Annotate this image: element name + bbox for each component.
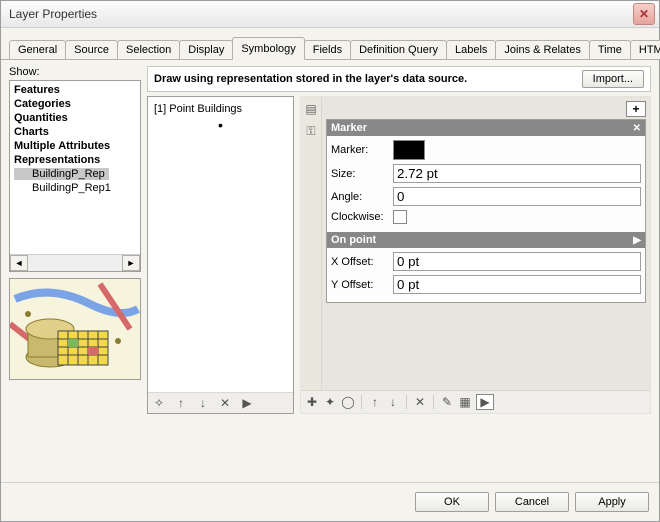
tab-symbology[interactable]: Symbology [232,37,304,60]
tool-up-icon[interactable]: ↑ [368,395,382,409]
show-tree[interactable]: Features Categories Quantities Charts Mu… [9,80,141,272]
show-label: Show: [9,66,141,78]
xoffset-input[interactable] [393,252,641,271]
add-rule-icon[interactable]: ✧ [152,396,166,410]
tool-units-icon[interactable]: ◯ [341,395,355,409]
tool-erase-icon[interactable]: ✎ [440,395,454,409]
xoffset-label: X Offset: [331,256,393,268]
tool-delete-icon[interactable]: ✕ [413,395,427,409]
rule-item-1[interactable]: [1] Point Buildings [152,101,289,117]
tree-representations[interactable]: Representations [14,153,136,167]
description-text: Draw using representation stored in the … [154,73,576,85]
tab-general[interactable]: General [9,40,66,59]
tool-down-icon[interactable]: ↓ [386,395,400,409]
tab-joins-relates[interactable]: Joins & Relates [495,40,589,59]
tab-display[interactable]: Display [179,40,233,59]
tool-menu-icon[interactable]: ▶ [476,394,494,410]
window-title: Layer Properties [5,7,97,21]
scroll-left-button[interactable]: ◄ [10,255,28,271]
expand-icon[interactable]: ▶ [633,235,641,246]
clockwise-checkbox[interactable] [393,210,407,224]
tree-rep-item-1[interactable]: BuildingP_Rep [14,167,136,181]
tab-html-popup[interactable]: HTML Popup [630,40,660,59]
tree-charts[interactable]: Charts [14,125,136,139]
key-icon[interactable]: ⚿ [303,123,319,139]
apply-button[interactable]: Apply [575,492,649,512]
rule-swatch: • [152,117,289,129]
tree-categories[interactable]: Categories [14,97,136,111]
tab-source[interactable]: Source [65,40,118,59]
tree-multiple-attributes[interactable]: Multiple Attributes [14,139,136,153]
tool-db-icon[interactable]: ▦ [458,395,472,409]
delete-icon[interactable]: ✕ [218,396,232,410]
on-point-header[interactable]: On point▶ [327,232,645,248]
move-down-icon[interactable]: ↓ [196,396,210,410]
angle-input[interactable] [393,187,641,206]
play-icon[interactable]: ▶ [240,396,254,410]
tab-definition-query[interactable]: Definition Query [350,40,447,59]
tab-time[interactable]: Time [589,40,631,59]
import-button[interactable]: Import... [582,70,644,88]
yoffset-input[interactable] [393,275,641,294]
cancel-button[interactable]: Cancel [495,492,569,512]
tab-strip: General Source Selection Display Symbolo… [1,28,659,60]
preview-image [9,278,141,380]
tab-fields[interactable]: Fields [304,40,351,59]
size-input[interactable] [393,164,641,183]
yoffset-label: Y Offset: [331,279,393,291]
close-icon: ✕ [639,7,649,21]
tree-quantities[interactable]: Quantities [14,111,136,125]
tab-selection[interactable]: Selection [117,40,180,59]
marker-label: Marker: [331,144,393,156]
scroll-right-button[interactable]: ► [122,255,140,271]
close-section-icon[interactable]: ✕ [633,123,641,134]
move-up-icon[interactable]: ↑ [174,396,188,410]
close-button[interactable]: ✕ [633,3,655,25]
clockwise-label: Clockwise: [331,211,393,223]
angle-label: Angle: [331,191,393,203]
marker-header: Marker✕ [327,120,645,136]
size-label: Size: [331,168,393,180]
tree-features[interactable]: Features [14,83,136,97]
tree-rep-item-2[interactable]: BuildingP_Rep1 [14,181,136,195]
tool-addfx-icon[interactable]: ✦ [323,395,337,409]
rule-list[interactable]: [1] Point Buildings • ✧ ↑ ↓ ✕ ▶ [147,96,294,414]
marker-swatch[interactable] [393,140,425,160]
layers-icon[interactable]: ▤ [303,101,319,117]
tab-labels[interactable]: Labels [446,40,496,59]
ok-button[interactable]: OK [415,492,489,512]
tool-add-icon[interactable]: ✚ [305,395,319,409]
add-layer-button[interactable]: + [626,101,646,117]
